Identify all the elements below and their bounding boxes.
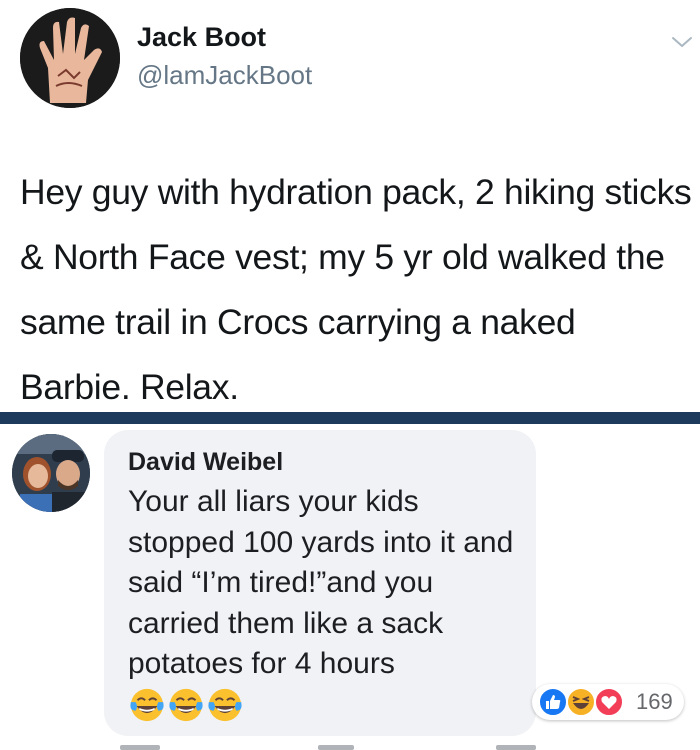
tears-of-joy-emoji-icon	[169, 688, 203, 722]
section-divider	[0, 412, 700, 424]
chevron-down-icon[interactable]	[670, 30, 694, 54]
comment-actions-cropped	[0, 742, 700, 750]
love-icon	[594, 687, 624, 717]
tears-of-joy-emoji-icon	[208, 688, 242, 722]
comment-emojis	[128, 686, 244, 726]
tweet-card: Jack Boot @lamJackBoot Hey guy with hydr…	[0, 0, 700, 412]
tears-of-joy-emoji-icon	[130, 688, 164, 722]
tweet-avatar[interactable]	[20, 8, 120, 108]
couple-photo-avatar-image	[12, 434, 90, 512]
comment-text: Your all liars your kids stopped 100 yar…	[128, 485, 514, 680]
like-icon	[538, 687, 568, 717]
tweet-author-handle[interactable]: @lamJackBoot	[137, 60, 312, 91]
hand-palm-avatar-image	[20, 8, 120, 108]
comment-author-name[interactable]: David Weibel	[128, 448, 283, 477]
comment-avatar[interactable]	[12, 434, 90, 512]
tweet-text: Hey guy with hydration pack, 2 hiking st…	[20, 172, 692, 407]
reaction-summary[interactable]: 169	[532, 684, 684, 720]
share-action-link[interactable]	[496, 745, 536, 750]
haha-icon	[566, 687, 596, 717]
reply-action-link[interactable]	[318, 745, 354, 750]
like-action-link[interactable]	[120, 745, 160, 750]
tweet-author-name[interactable]: Jack Boot	[137, 22, 266, 53]
reaction-count: 169	[636, 689, 673, 714]
